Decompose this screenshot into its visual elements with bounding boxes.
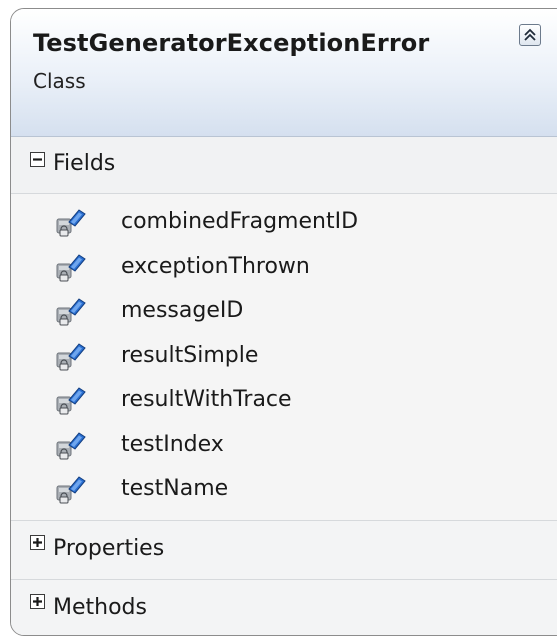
private-field-icon [56, 342, 86, 370]
private-field-icon [56, 476, 86, 504]
field-row-messageID[interactable]: messageID [11, 291, 557, 336]
class-kind: Class [33, 69, 86, 93]
field-row-combinedFragmentID[interactable]: combinedFragmentID [11, 202, 557, 247]
field-name: testIndex [121, 431, 224, 457]
fields-section-label: Fields [53, 151, 116, 176]
field-name: testName [121, 476, 229, 501]
field-row-exceptionThrown[interactable]: exceptionThrown [11, 247, 557, 292]
methods-section-label: Methods [53, 594, 147, 620]
fields-section-header[interactable]: Fields [11, 137, 557, 194]
field-row-testIndex[interactable]: testIndex [11, 425, 557, 470]
field-row-resultSimple[interactable]: resultSimple [11, 336, 557, 381]
methods-section-header[interactable]: Methods [11, 579, 557, 635]
properties-section-label: Properties [53, 535, 165, 561]
properties-section-header[interactable]: Properties [11, 520, 557, 580]
field-name: resultSimple [121, 342, 259, 368]
class-name: TestGeneratorExceptionError [33, 29, 430, 57]
fields-list: combinedFragmentID exceptionThrown messa [11, 194, 557, 521]
private-field-icon [56, 387, 86, 415]
expand-plus-icon[interactable] [30, 534, 45, 550]
class-shape[interactable]: TestGeneratorExceptionError Class Fields [10, 8, 557, 636]
expand-plus-icon[interactable] [30, 593, 45, 609]
field-name: exceptionThrown [121, 253, 310, 279]
field-name: resultWithTrace [121, 387, 292, 412]
private-field-icon [56, 298, 86, 326]
collapse-class-button[interactable] [519, 24, 541, 46]
private-field-icon [56, 253, 86, 281]
field-row-resultWithTrace[interactable]: resultWithTrace [11, 380, 557, 425]
private-field-icon [56, 431, 86, 459]
double-chevron-up-icon [524, 28, 536, 41]
field-name: messageID [121, 298, 244, 323]
class-header[interactable]: TestGeneratorExceptionError Class [11, 9, 557, 137]
collapse-minus-icon[interactable] [30, 152, 45, 167]
private-field-icon [56, 209, 86, 237]
field-row-testName[interactable]: testName [11, 469, 557, 514]
field-name: combinedFragmentID [121, 209, 359, 234]
